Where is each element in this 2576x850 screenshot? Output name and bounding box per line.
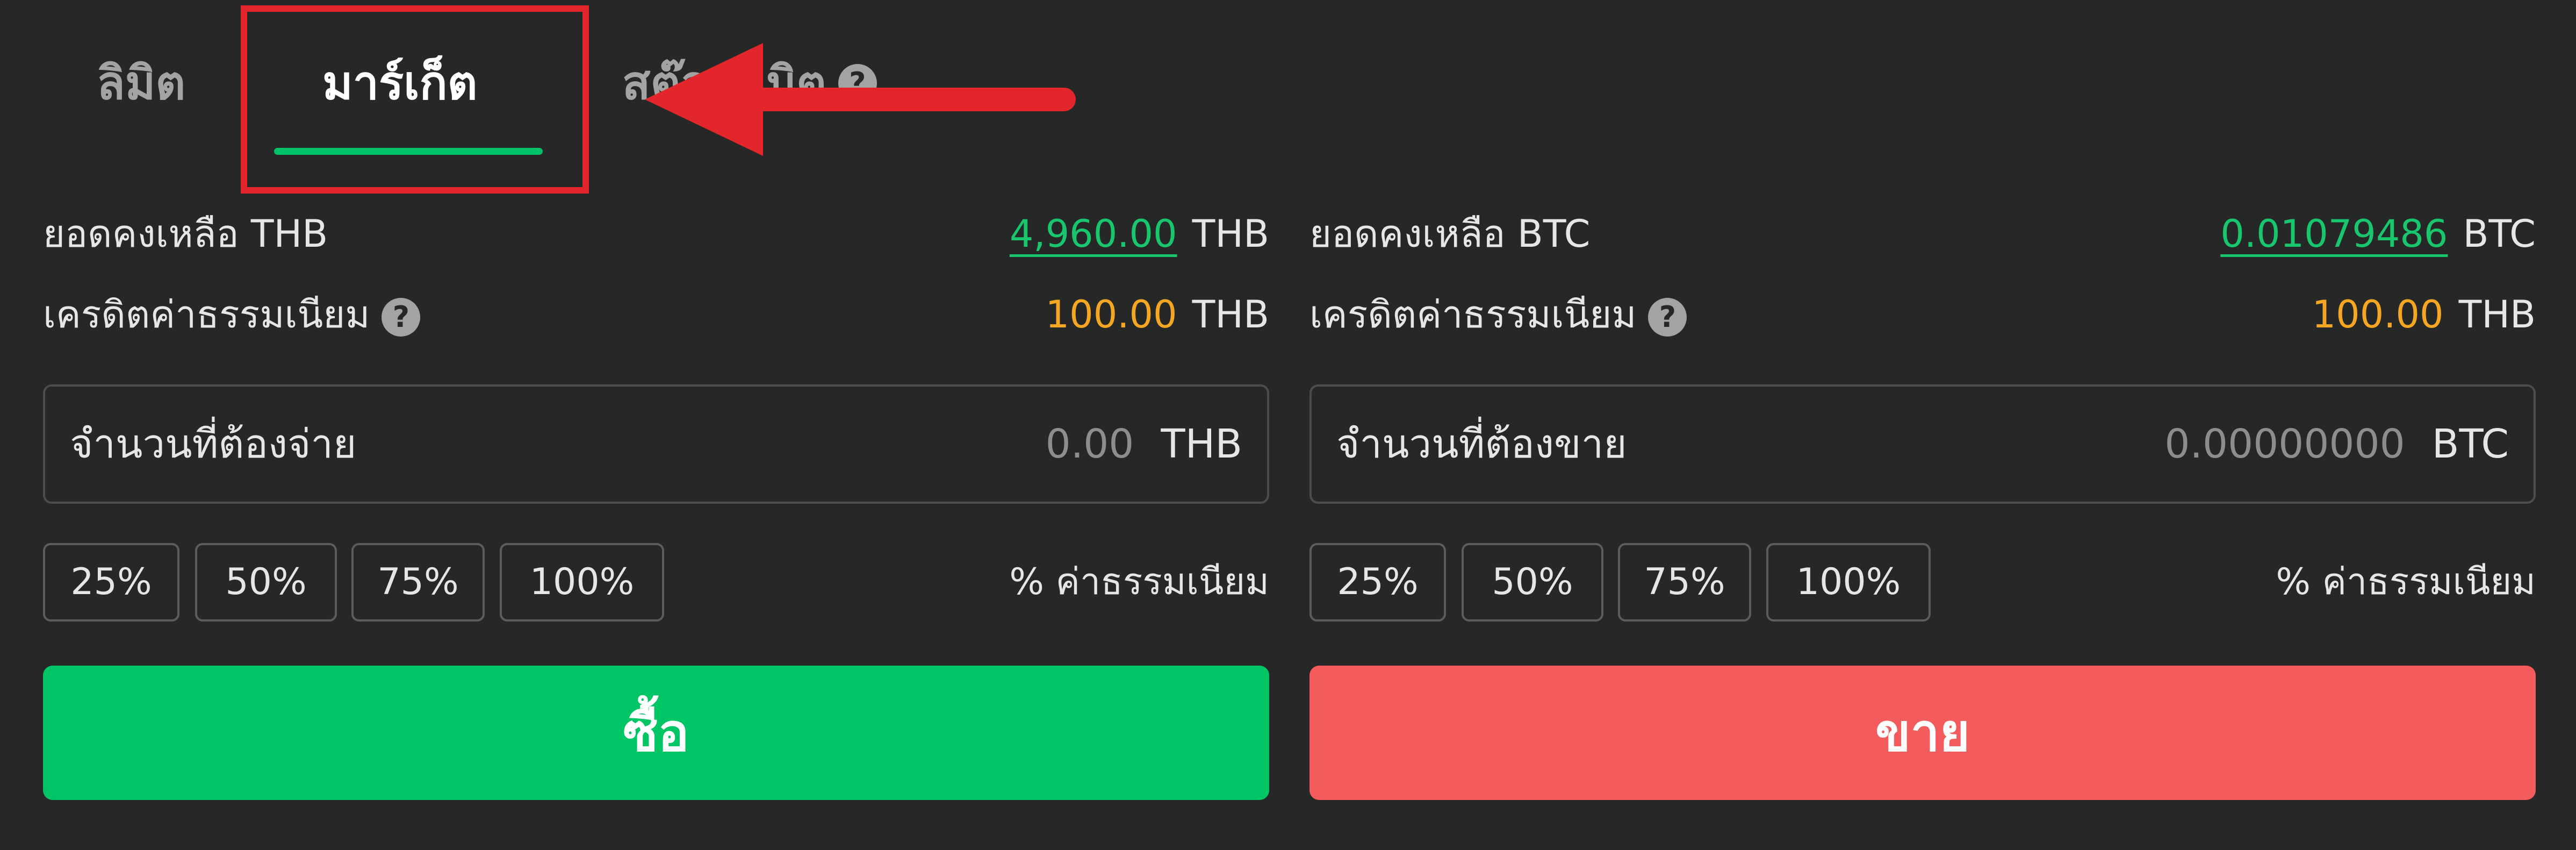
sell-amount-placeholder: 0.00000000 bbox=[2164, 421, 2405, 467]
sell-fee-credit-label: เครดิตค่าธรรมเนียม bbox=[1309, 292, 1637, 337]
sell-percent-75-button[interactable]: 75% bbox=[1618, 543, 1751, 622]
annotation-highlight-box bbox=[241, 5, 589, 194]
sell-balance-label: ยอดคงเหลือ BTC bbox=[1309, 212, 1591, 256]
buy-fee-credit-row: เครดิตค่าธรรมเนียม? 100.00 THB bbox=[43, 285, 1269, 344]
sell-fee-credit-value-group: 100.00 THB bbox=[2312, 285, 2536, 344]
trade-widget: ลิมิต มาร์เก็ต สต๊อปลิมิต ? ยอดคงเหลือ T… bbox=[0, 0, 2576, 850]
sell-fee-credit-unit: THB bbox=[2458, 292, 2536, 337]
buy-amount-input[interactable]: จำนวนที่ต้องจ่าย 0.00 THB bbox=[43, 384, 1269, 504]
sell-fee-credit-row: เครดิตค่าธรรมเนียม? 100.00 THB bbox=[1309, 285, 2536, 344]
help-icon[interactable]: ? bbox=[1648, 297, 1687, 337]
buy-balance-value[interactable]: 4,960.00 bbox=[1010, 212, 1177, 256]
sell-fee-credit-value: 100.00 bbox=[2312, 292, 2444, 337]
sell-percent-100-button[interactable]: 100% bbox=[1766, 543, 1931, 622]
sell-amount-input[interactable]: จำนวนที่ต้องขาย 0.00000000 BTC bbox=[1309, 384, 2536, 504]
sell-amount-value-group: 0.00000000 BTC bbox=[2164, 387, 2509, 502]
buy-fee-percent-label: % ค่าธรรมเนียม bbox=[1009, 561, 1269, 603]
buy-fee-credit-value: 100.00 bbox=[1045, 292, 1177, 337]
buy-panel: ยอดคงเหลือ THB 4,960.00 THB เครดิตค่าธรรม… bbox=[43, 204, 1269, 806]
sell-fee-credit-label-group: เครดิตค่าธรรมเนียม? bbox=[1309, 285, 1687, 344]
buy-fee-credit-unit: THB bbox=[1192, 292, 1269, 337]
tab-limit[interactable]: ลิมิต bbox=[97, 48, 185, 118]
buy-balance-row: ยอดคงเหลือ THB 4,960.00 THB bbox=[43, 204, 1269, 263]
sell-percent-25-button[interactable]: 25% bbox=[1309, 543, 1446, 622]
sell-percent-row: 25% 50% 75% 100% % ค่าธรรมเนียม bbox=[1309, 543, 2536, 624]
help-icon[interactable]: ? bbox=[382, 297, 421, 337]
buy-balance-value-group: 4,960.00 THB bbox=[1010, 204, 1269, 263]
sell-amount-unit: BTC bbox=[2431, 421, 2509, 467]
sell-panel: ยอดคงเหลือ BTC 0.01079486 BTC เครดิตค่าธร… bbox=[1309, 204, 2536, 806]
buy-amount-label: จำนวนที่ต้องจ่าย bbox=[70, 421, 357, 467]
buy-balance-label: ยอดคงเหลือ THB bbox=[43, 212, 328, 256]
sell-balance-row: ยอดคงเหลือ BTC 0.01079486 BTC bbox=[1309, 204, 2536, 263]
buy-percent-50-button[interactable]: 50% bbox=[195, 543, 337, 622]
buy-amount-unit: THB bbox=[1161, 421, 1242, 467]
sell-balance-unit: BTC bbox=[2463, 212, 2536, 256]
buy-button[interactable]: ซื้อ bbox=[43, 666, 1269, 800]
buy-percent-25-button[interactable]: 25% bbox=[43, 543, 179, 622]
buy-percent-75-button[interactable]: 75% bbox=[351, 543, 485, 622]
sell-amount-label: จำนวนที่ต้องขาย bbox=[1336, 421, 1627, 467]
buy-fee-credit-label: เครดิตค่าธรรมเนียม bbox=[43, 292, 370, 337]
buy-balance-unit: THB bbox=[1192, 212, 1269, 256]
sell-percent-50-button[interactable]: 50% bbox=[1462, 543, 1603, 622]
sell-fee-percent-label: % ค่าธรรมเนียม bbox=[2276, 561, 2536, 603]
sell-balance-value-group: 0.01079486 BTC bbox=[2220, 204, 2536, 263]
buy-amount-placeholder: 0.00 bbox=[1045, 421, 1134, 467]
buy-fee-credit-label-group: เครดิตค่าธรรมเนียม? bbox=[43, 285, 421, 344]
buy-fee-credit-value-group: 100.00 THB bbox=[1046, 285, 1269, 344]
sell-button[interactable]: ขาย bbox=[1309, 666, 2536, 800]
sell-balance-value[interactable]: 0.01079486 bbox=[2220, 212, 2448, 256]
buy-percent-row: 25% 50% 75% 100% % ค่าธรรมเนียม bbox=[43, 543, 1269, 624]
arrow-left-icon bbox=[645, 43, 1076, 156]
buy-amount-value-group: 0.00 THB bbox=[1046, 387, 1242, 502]
buy-percent-100-button[interactable]: 100% bbox=[500, 543, 664, 622]
